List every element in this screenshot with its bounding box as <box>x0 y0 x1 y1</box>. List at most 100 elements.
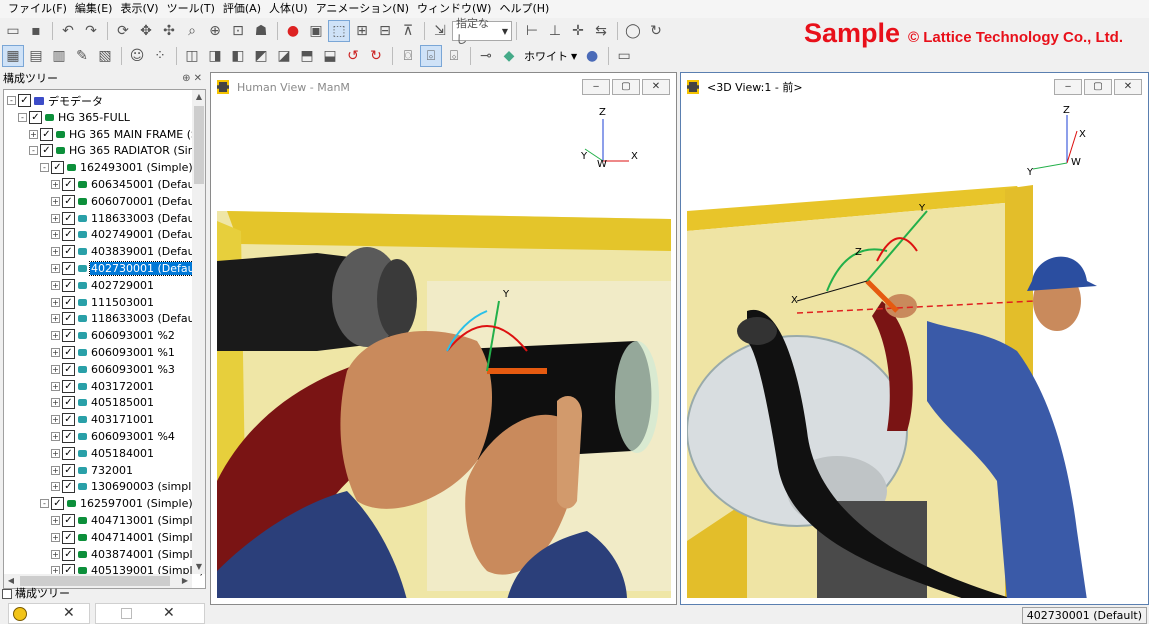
scroll-thumb[interactable] <box>194 106 204 184</box>
minimize-button[interactable]: ‒ <box>1054 79 1082 95</box>
close-button[interactable]: ✕ <box>1114 79 1142 95</box>
screen-icon[interactable]: ▥ <box>48 45 70 67</box>
visibility-checkbox[interactable]: ✓ <box>62 530 75 544</box>
panel-icon[interactable]: ▧ <box>94 45 116 67</box>
scroll-right-icon[interactable]: ▶ <box>178 574 192 588</box>
vertical-scrollbar[interactable]: ▲ ▼ <box>192 90 205 574</box>
expand-toggle-icon[interactable]: + <box>51 532 60 542</box>
expand-toggle-icon[interactable]: + <box>51 549 60 559</box>
scroll-left-icon[interactable]: ◀ <box>4 574 18 588</box>
visibility-checkbox[interactable]: ✓ <box>51 497 64 511</box>
point-icon[interactable]: ● <box>282 20 304 42</box>
visibility-checkbox[interactable]: ✓ <box>40 144 53 158</box>
menu-help[interactable]: ヘルプ(H) <box>495 0 553 18</box>
menu-file[interactable]: ファイル(F) <box>4 0 71 18</box>
tree-node[interactable]: + ✓ 404714001 (Simple) <box>51 529 205 546</box>
rotate-left-icon[interactable]: ↺ <box>342 45 364 67</box>
expand-toggle-icon[interactable]: - <box>40 163 49 173</box>
view3d-canvas[interactable]: Y Z X Z Y W X <box>687 101 1143 598</box>
visibility-checkbox[interactable]: ✓ <box>62 430 75 443</box>
expand-toggle-icon[interactable]: - <box>18 112 27 122</box>
expand-toggle-icon[interactable]: + <box>51 516 60 525</box>
spin-icon[interactable]: ↻ <box>645 20 667 42</box>
visibility-checkbox[interactable]: ✓ <box>62 295 75 309</box>
layout-icon[interactable]: ▦ <box>2 45 24 67</box>
expand-toggle-icon[interactable]: - <box>29 146 38 156</box>
tree-node[interactable]: + ✓ 402729001 <box>51 277 155 294</box>
scroll-up-icon[interactable]: ▲ <box>192 90 205 104</box>
expand-toggle-icon[interactable]: + <box>51 364 60 374</box>
tree-node[interactable]: + ✓ 402749001 (Default) <box>51 226 205 243</box>
human-view-window[interactable]: Human View - ManM ‒ ▢ ✕ Y Z Y W X <box>210 72 677 605</box>
markup-icon[interactable]: ✎ <box>71 45 93 67</box>
open-icon[interactable]: ▭ <box>2 20 24 42</box>
image-icon[interactable]: ▤ <box>25 45 47 67</box>
tree-node[interactable]: + ✓ 403839001 (Default) <box>51 243 205 260</box>
visibility-checkbox[interactable]: ✓ <box>62 362 75 376</box>
view-back-icon[interactable]: ◧ <box>227 45 249 67</box>
tree-node[interactable]: + ✓ 111503001 <box>51 294 155 311</box>
expand-toggle-icon[interactable]: - <box>40 499 49 509</box>
expand-toggle-icon[interactable]: + <box>51 196 60 206</box>
undo-icon[interactable]: ↶ <box>57 20 79 42</box>
tree-node[interactable]: + ✓ 606070001 (Default) <box>51 193 205 210</box>
visibility-checkbox[interactable]: ✓ <box>62 262 75 275</box>
visibility-checkbox[interactable]: ✓ <box>62 346 75 359</box>
tree-node[interactable]: +✓ 118633003 (Default) % <box>51 310 205 327</box>
visibility-checkbox[interactable]: ✓ <box>62 211 75 225</box>
expand-toggle-icon[interactable]: + <box>51 264 60 273</box>
tab-structure-tree[interactable]: 構成ツリー <box>2 587 70 601</box>
visibility-checkbox[interactable]: ✓ <box>18 94 31 107</box>
expand-toggle-icon[interactable]: + <box>51 348 60 357</box>
visibility-checkbox[interactable]: ✓ <box>29 110 42 124</box>
expand-toggle-icon[interactable]: + <box>51 314 60 324</box>
scroll-down-icon[interactable]: ▼ <box>192 560 205 574</box>
background-icon[interactable]: ◆ <box>498 45 520 67</box>
rotate-right-icon[interactable]: ↻ <box>365 45 387 67</box>
close-button[interactable]: ✕ <box>642 79 670 95</box>
tree-node[interactable]: +✓ 118633003 (Default) % <box>51 210 205 227</box>
tree-node[interactable]: + ✓ 402730001 (Default) <box>51 260 205 277</box>
select-box-icon[interactable]: ⬚ <box>328 20 350 42</box>
redo-icon[interactable]: ↷ <box>80 20 102 42</box>
expand-toggle-icon[interactable]: + <box>51 180 60 189</box>
tree-node[interactable]: + ✓ 403172001 <box>51 378 155 395</box>
visibility-checkbox[interactable]: ✓ <box>62 463 75 477</box>
view3d-window[interactable]: <3D View:1 - 前> ‒ ▢ ✕ Y Z X Z Y W X <box>680 72 1149 605</box>
tree-node[interactable]: + ✓ 403171001 <box>51 411 155 428</box>
visibility-checkbox[interactable]: ✓ <box>62 396 75 410</box>
tree-node[interactable]: + ✓ 130690003 (simple) <box>51 478 203 495</box>
walk-icon[interactable]: ☗ <box>250 20 272 42</box>
expand-toggle-icon[interactable]: + <box>51 381 60 391</box>
pan-icon[interactable]: ✥ <box>135 20 157 42</box>
tree-node[interactable]: - ✓ デモデータ <box>7 92 104 109</box>
visibility-checkbox[interactable]: ✓ <box>62 194 75 208</box>
tree-node[interactable]: + ✓ 404713001 (Simple) <box>51 512 205 529</box>
view-left-icon[interactable]: ◩ <box>250 45 272 67</box>
zoom-window-icon[interactable]: ⊕ <box>204 20 226 42</box>
visibility-checkbox[interactable]: ✓ <box>62 329 75 343</box>
tree-node[interactable]: + ✓ 405185001 <box>51 394 155 411</box>
pick-icon[interactable]: ⇲ <box>429 20 451 42</box>
view-bottom-icon[interactable]: ⬓ <box>319 45 341 67</box>
tree-node[interactable]: + ✓ 403874001 (Simple) <box>51 546 205 563</box>
tree-node[interactable]: + ✓ 732001 <box>51 462 134 479</box>
rotate-icon[interactable]: ⟳ <box>112 20 134 42</box>
menu-animation[interactable]: アニメーション(N) <box>312 0 413 18</box>
expand-toggle-icon[interactable]: + <box>51 432 60 441</box>
shade-edge-icon[interactable]: ⌻ <box>420 45 442 67</box>
expand-toggle-icon[interactable]: + <box>51 331 60 341</box>
tree-node[interactable]: + ✓ 606093001 %4 <box>51 428 176 445</box>
human-icon[interactable]: ☺ <box>126 45 148 67</box>
tree-node[interactable]: + ✓ 405184001 <box>51 445 155 462</box>
expand-toggle-icon[interactable]: - <box>7 96 16 105</box>
view-iso-icon[interactable]: ◫ <box>181 45 203 67</box>
scroll-thumb[interactable] <box>20 576 170 586</box>
expand-toggle-icon[interactable]: + <box>29 129 38 139</box>
section-icon[interactable]: ⊞ <box>351 20 373 42</box>
expand-toggle-icon[interactable]: + <box>51 398 60 408</box>
sphere-icon[interactable]: ● <box>581 45 603 67</box>
measure-icon[interactable]: ⊼ <box>397 20 419 42</box>
tree-node[interactable]: + ✓ 606345001 (Default) <box>51 176 205 193</box>
expand-toggle-icon[interactable]: + <box>51 415 60 425</box>
